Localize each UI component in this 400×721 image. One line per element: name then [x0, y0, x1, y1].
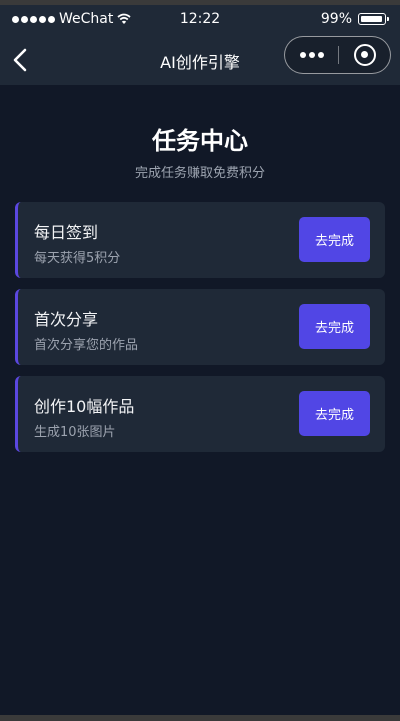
status-bar: WeChat 12:22 99%	[0, 5, 400, 35]
complete-task-button[interactable]: 去完成	[299, 217, 370, 262]
page-subtitle: 完成任务赚取免费积分	[134, 166, 265, 181]
device-frame-bottom	[0, 715, 400, 721]
task-description: 生成10张图片	[34, 425, 116, 440]
task-name: 每日签到	[34, 223, 99, 242]
task-description: 首次分享您的作品	[34, 338, 139, 353]
mini-program-capsule	[284, 36, 391, 74]
close-target-icon	[354, 44, 376, 66]
more-button[interactable]	[285, 37, 338, 73]
more-dots-icon	[299, 52, 306, 58]
task-list: 每日签到 每天获得5积分 去完成 首次分享 首次分享您的作品 去完成 创作10幅…	[15, 202, 385, 463]
battery-icon	[358, 13, 389, 25]
task-card-create-works: 创作10幅作品 生成10张图片 去完成	[15, 376, 385, 452]
task-name: 创作10幅作品	[34, 397, 135, 416]
task-name: 首次分享	[34, 310, 99, 329]
complete-task-button[interactable]: 去完成	[299, 304, 370, 349]
navigation-bar: AI创作引擎	[0, 35, 400, 85]
status-right: 99%	[320, 11, 389, 27]
complete-task-button[interactable]: 去完成	[299, 391, 370, 436]
battery-percent: 99%	[320, 11, 352, 27]
page-title: 任务中心	[152, 127, 248, 155]
task-card-daily-checkin: 每日签到 每天获得5积分 去完成	[15, 202, 385, 278]
close-button[interactable]	[339, 37, 391, 73]
task-description: 每天获得5积分	[34, 251, 121, 266]
task-card-first-share: 首次分享 首次分享您的作品 去完成	[15, 289, 385, 365]
